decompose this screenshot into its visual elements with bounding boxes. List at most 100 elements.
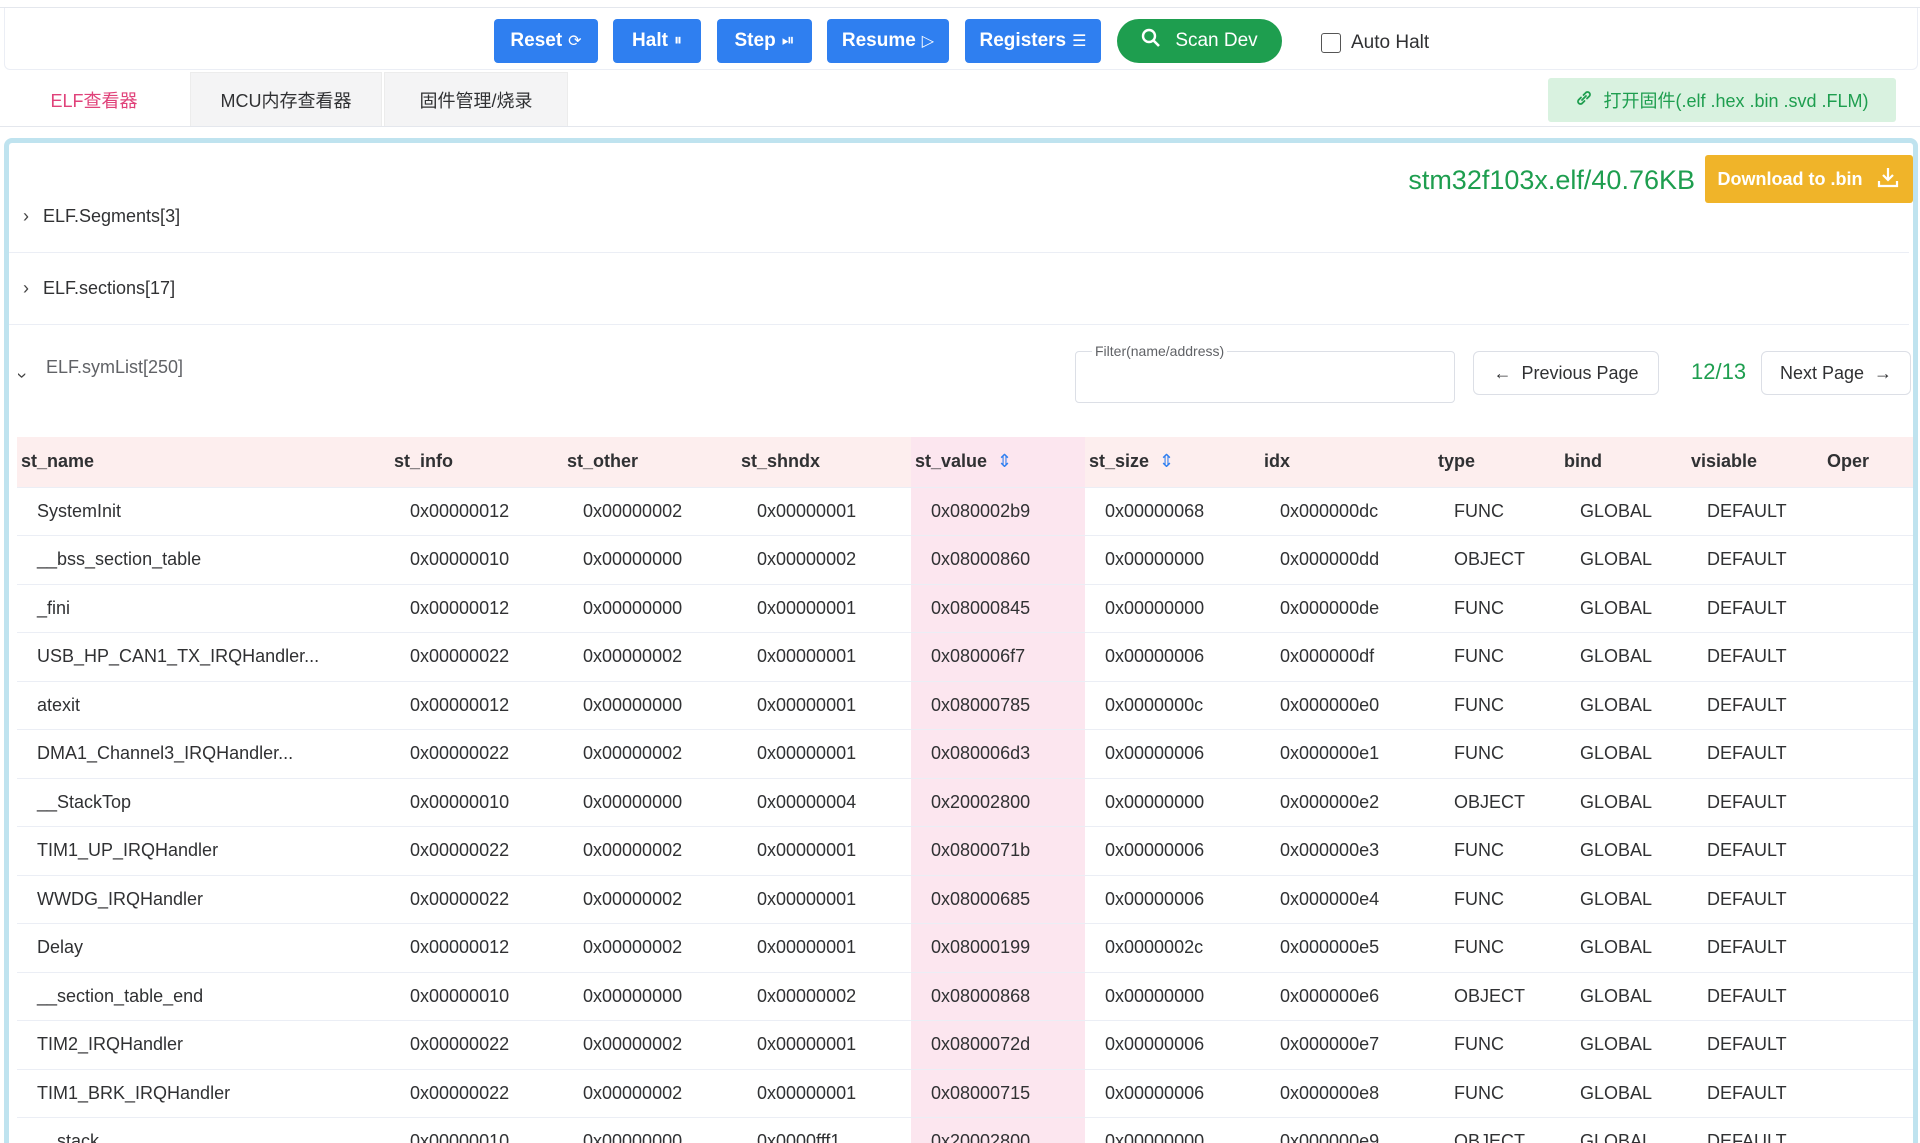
- next-page-button[interactable]: Next Page →: [1761, 351, 1911, 395]
- table-cell: GLOBAL: [1560, 681, 1687, 730]
- table-cell: 0x000000e6: [1260, 972, 1434, 1021]
- col-st-size-label: st_size: [1089, 451, 1150, 472]
- table-cell: TIM1_BRK_IRQHandler: [17, 1069, 390, 1118]
- col-st-size[interactable]: st_size ⇕: [1085, 437, 1260, 488]
- table-row[interactable]: SystemInit 0x00000012 0x00000002 0x00000001…: [17, 487, 1913, 536]
- filter-input[interactable]: [1086, 364, 1436, 392]
- table-cell: 0x00000010: [390, 778, 563, 827]
- table-cell: 0x00000000: [563, 778, 737, 827]
- table-cell: DEFAULT: [1687, 632, 1823, 682]
- reset-label: Reset: [510, 30, 563, 51]
- elf-viewer-panel: stm32f103x.elf/40.76KB Download to .bin …: [4, 138, 1918, 1143]
- resume-button[interactable]: Resume ▷: [827, 19, 949, 63]
- table-row[interactable]: __bss_section_table 0x00000010 0x00000000 0…: [17, 535, 1913, 585]
- table-cell: 0x00000004: [737, 778, 911, 827]
- table-cell: 0x00000001: [737, 487, 911, 536]
- arrow-left-icon: ←: [1493, 362, 1512, 383]
- segments-collapse[interactable]: › ELF.Segments[3]: [9, 181, 1909, 253]
- table-cell: DEFAULT: [1687, 826, 1823, 876]
- registers-button[interactable]: Registers ☰: [965, 19, 1101, 63]
- table-cell: 0x00000022: [390, 826, 563, 876]
- table-cell: 0x00000002: [563, 923, 737, 973]
- table-cell: atexit: [17, 681, 390, 730]
- table-cell: 0x00000002: [563, 826, 737, 876]
- scan-dev-button[interactable]: Scan Dev: [1117, 19, 1282, 63]
- open-firmware-button[interactable]: 打开固件(.elf .hex .bin .svd .FLM): [1548, 78, 1896, 122]
- step-label: Step: [734, 30, 776, 51]
- table-cell: DEFAULT: [1687, 729, 1823, 779]
- table-row[interactable]: Delay 0x00000012 0x00000002 0x00000001 0x080…: [17, 923, 1913, 973]
- search-icon: [1141, 28, 1161, 54]
- table-row[interactable]: TIM1_UP_IRQHandler 0x00000022 0x00000002 0x…: [17, 826, 1913, 876]
- table-cell: 0x080006d3: [911, 729, 1085, 779]
- halt-label: Halt: [632, 30, 668, 51]
- reset-button[interactable]: Reset ⟳: [494, 19, 598, 63]
- table-cell: 0x00000012: [390, 923, 563, 973]
- col-visiable: visiable: [1687, 437, 1823, 488]
- top-border: [0, 0, 1920, 8]
- table-row[interactable]: atexit 0x00000012 0x00000000 0x00000001 0x08…: [17, 681, 1913, 730]
- table-cell: 0x00000002: [563, 632, 737, 682]
- chevron-down-icon[interactable]: ›: [12, 373, 33, 379]
- table-cell: GLOBAL: [1560, 875, 1687, 924]
- table-cell: DEFAULT: [1687, 1069, 1823, 1118]
- halt-button[interactable]: Halt ⏸: [613, 19, 701, 63]
- table-cell: DEFAULT: [1687, 1020, 1823, 1070]
- table-row[interactable]: TIM2_IRQHandler 0x00000022 0x00000002 0x000…: [17, 1020, 1913, 1070]
- sort-icon[interactable]: ⇕: [1159, 451, 1174, 471]
- table-cell: 0x00000022: [390, 1069, 563, 1118]
- table-row[interactable]: USB_HP_CAN1_TX_IRQHandler... 0x00000022 0x…: [17, 632, 1913, 682]
- symbol-table: st_name st_info st_other st_shndx st_val…: [17, 437, 1913, 1143]
- table-cell: 0x00000000: [563, 535, 737, 585]
- debug-toolbar: Reset ⟳ Halt ⏸ Step ⏯ Resume ▷ Registers…: [4, 8, 1918, 70]
- table-row[interactable]: __section_table_end 0x00000010 0x00000000 0…: [17, 972, 1913, 1021]
- table-cell: DEFAULT: [1687, 681, 1823, 730]
- step-button[interactable]: Step ⏯: [717, 19, 812, 63]
- table-cell: 0x00000002: [737, 535, 911, 585]
- tab-mcu-memory[interactable]: MCU内存查看器: [190, 72, 382, 126]
- table-row[interactable]: TIM1_BRK_IRQHandler 0x00000022 0x00000002 0…: [17, 1069, 1913, 1118]
- table-cell: 0x000000de: [1260, 584, 1434, 633]
- col-st-value[interactable]: st_value ⇕: [911, 437, 1085, 488]
- table-cell: 0x20002800: [911, 1117, 1085, 1143]
- table-row[interactable]: __stack 0x00000010 0x00000000 0x0000fff1 0x2…: [17, 1117, 1913, 1143]
- filter-field[interactable]: Filter(name/address): [1075, 343, 1455, 403]
- sections-collapse[interactable]: › ELF.sections[17]: [9, 253, 1909, 325]
- table-cell: 0x00000006: [1085, 1069, 1260, 1118]
- auto-halt-checkbox[interactable]: [1321, 33, 1341, 53]
- col-st-name: st_name: [17, 437, 390, 488]
- table-row[interactable]: __StackTop 0x00000010 0x00000000 0x00000004…: [17, 778, 1913, 827]
- table-cell: 0x00000006: [1085, 875, 1260, 924]
- table-cell: 0x00000002: [563, 1020, 737, 1070]
- table-cell: GLOBAL: [1560, 1020, 1687, 1070]
- table-cell: 0x00000001: [737, 1069, 911, 1118]
- table-row[interactable]: DMA1_Channel3_IRQHandler... 0x00000022 0x0…: [17, 729, 1913, 779]
- table-cell: 0x00000022: [390, 1020, 563, 1070]
- oper-cell: [1823, 681, 1913, 730]
- segments-title: ELF.Segments[3]: [43, 206, 181, 226]
- previous-page-button[interactable]: ← Previous Page: [1473, 351, 1659, 395]
- tab-firmware[interactable]: 固件管理/烧录: [384, 72, 568, 126]
- table-cell: FUNC: [1434, 1069, 1560, 1118]
- table-row[interactable]: _fini 0x00000012 0x00000000 0x00000001 0x080…: [17, 584, 1913, 633]
- table-cell: 0x00000001: [737, 729, 911, 779]
- table-cell: 0x08000868: [911, 972, 1085, 1021]
- table-cell: 0x08000199: [911, 923, 1085, 973]
- tab-elf-viewer[interactable]: ELF查看器: [14, 72, 174, 126]
- table-cell: Delay: [17, 923, 390, 973]
- table-cell: 0x00000002: [563, 1069, 737, 1118]
- previous-page-label: Previous Page: [1521, 362, 1639, 383]
- table-cell: 0x00000006: [1085, 1020, 1260, 1070]
- table-cell: 0x00000001: [737, 584, 911, 633]
- col-type: type: [1434, 437, 1560, 488]
- col-st-shndx: st_shndx: [737, 437, 911, 488]
- symlist-title[interactable]: ELF.symList[250]: [46, 357, 183, 378]
- table-cell: 0x00000001: [737, 875, 911, 924]
- oper-cell: [1823, 584, 1913, 633]
- table-row[interactable]: WWDG_IRQHandler 0x00000022 0x00000002 0x000…: [17, 875, 1913, 924]
- auto-halt-toggle[interactable]: Auto Halt: [1321, 32, 1429, 54]
- sections-title: ELF.sections[17]: [43, 278, 176, 298]
- table-cell: 0x00000001: [737, 923, 911, 973]
- sort-icon[interactable]: ⇕: [997, 451, 1012, 471]
- table-cell: __StackTop: [17, 778, 390, 827]
